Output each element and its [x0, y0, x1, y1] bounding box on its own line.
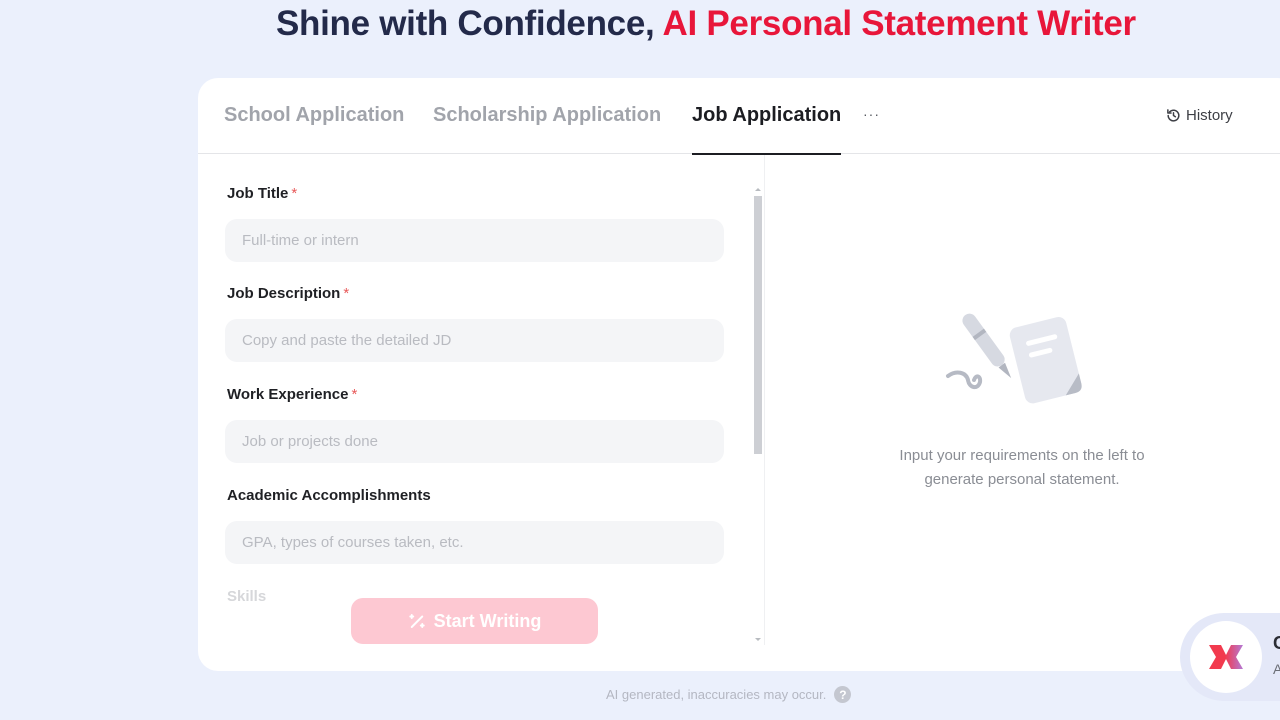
job-title-label: Job Title * [227, 185, 297, 202]
job-description-label: Job Description * [227, 285, 349, 302]
writer-card: School Application Scholarship Applicati… [198, 78, 1280, 671]
history-button[interactable]: History [1166, 107, 1233, 124]
hero-title-accent: AI Personal Statement Writer [662, 4, 1137, 43]
hero-title: Shine with Confidence, AI Personal State… [276, 4, 1136, 44]
magic-wand-icon [408, 614, 425, 628]
more-tabs-button[interactable]: ··· [863, 106, 880, 122]
academic-accomplishments-label: Academic Accomplishments [227, 487, 431, 504]
job-description-input[interactable] [225, 319, 724, 362]
required-mark: * [343, 285, 350, 302]
history-clock-icon [1167, 109, 1180, 122]
job-title-input[interactable] [225, 219, 724, 262]
work-experience-label-text: Work Experience [227, 386, 349, 403]
work-experience-input[interactable] [225, 420, 724, 463]
scroll-thumb[interactable] [754, 196, 762, 454]
empty-state-message: Input your requirements on the left to g… [899, 447, 1145, 488]
tab-school-application[interactable]: School Application [224, 104, 404, 154]
scroll-up-arrow-icon[interactable] [755, 188, 761, 191]
start-writing-button[interactable]: Start Writing [351, 598, 598, 644]
hero-title-main: Shine with Confidence, [276, 4, 663, 43]
brand-logo [1190, 621, 1262, 693]
tab-job-application[interactable]: Job Application [692, 104, 842, 155]
job-description-label-text: Job Description [227, 285, 341, 302]
work-experience-label: Work Experience * [227, 386, 357, 403]
pen-and-paper-icon [946, 313, 1082, 404]
floating-assistant-widget[interactable]: C A [1180, 613, 1280, 701]
panel-divider [764, 155, 765, 645]
job-title-label-text: Job Title [227, 185, 289, 202]
form-scrollbar[interactable] [753, 186, 763, 643]
skills-label: Skills [227, 588, 267, 605]
academic-accomplishments-input[interactable] [225, 521, 724, 564]
history-label: History [1186, 107, 1233, 124]
widget-subtitle: A [1273, 661, 1280, 677]
start-writing-label: Start Writing [433, 610, 542, 631]
brand-x-logo-icon [1209, 645, 1243, 669]
required-mark: * [351, 386, 358, 403]
required-mark: * [291, 185, 298, 202]
application-tabs: School Application Scholarship Applicati… [198, 78, 1280, 155]
widget-title: C [1273, 633, 1280, 653]
help-question-icon[interactable]: ? [834, 686, 852, 703]
page: Shine with Confidence, AI Personal State… [0, 0, 1280, 720]
scroll-down-arrow-icon[interactable] [755, 638, 761, 641]
tab-scholarship-application[interactable]: Scholarship Application [433, 104, 661, 154]
job-application-form: Job Title* Job Description* Work Experie… [198, 155, 764, 671]
disclaimer-text: AI generated, inaccuracies may occur. [606, 687, 827, 702]
ai-disclaimer: AI generated, inaccuracies may occur. ? [606, 686, 852, 703]
